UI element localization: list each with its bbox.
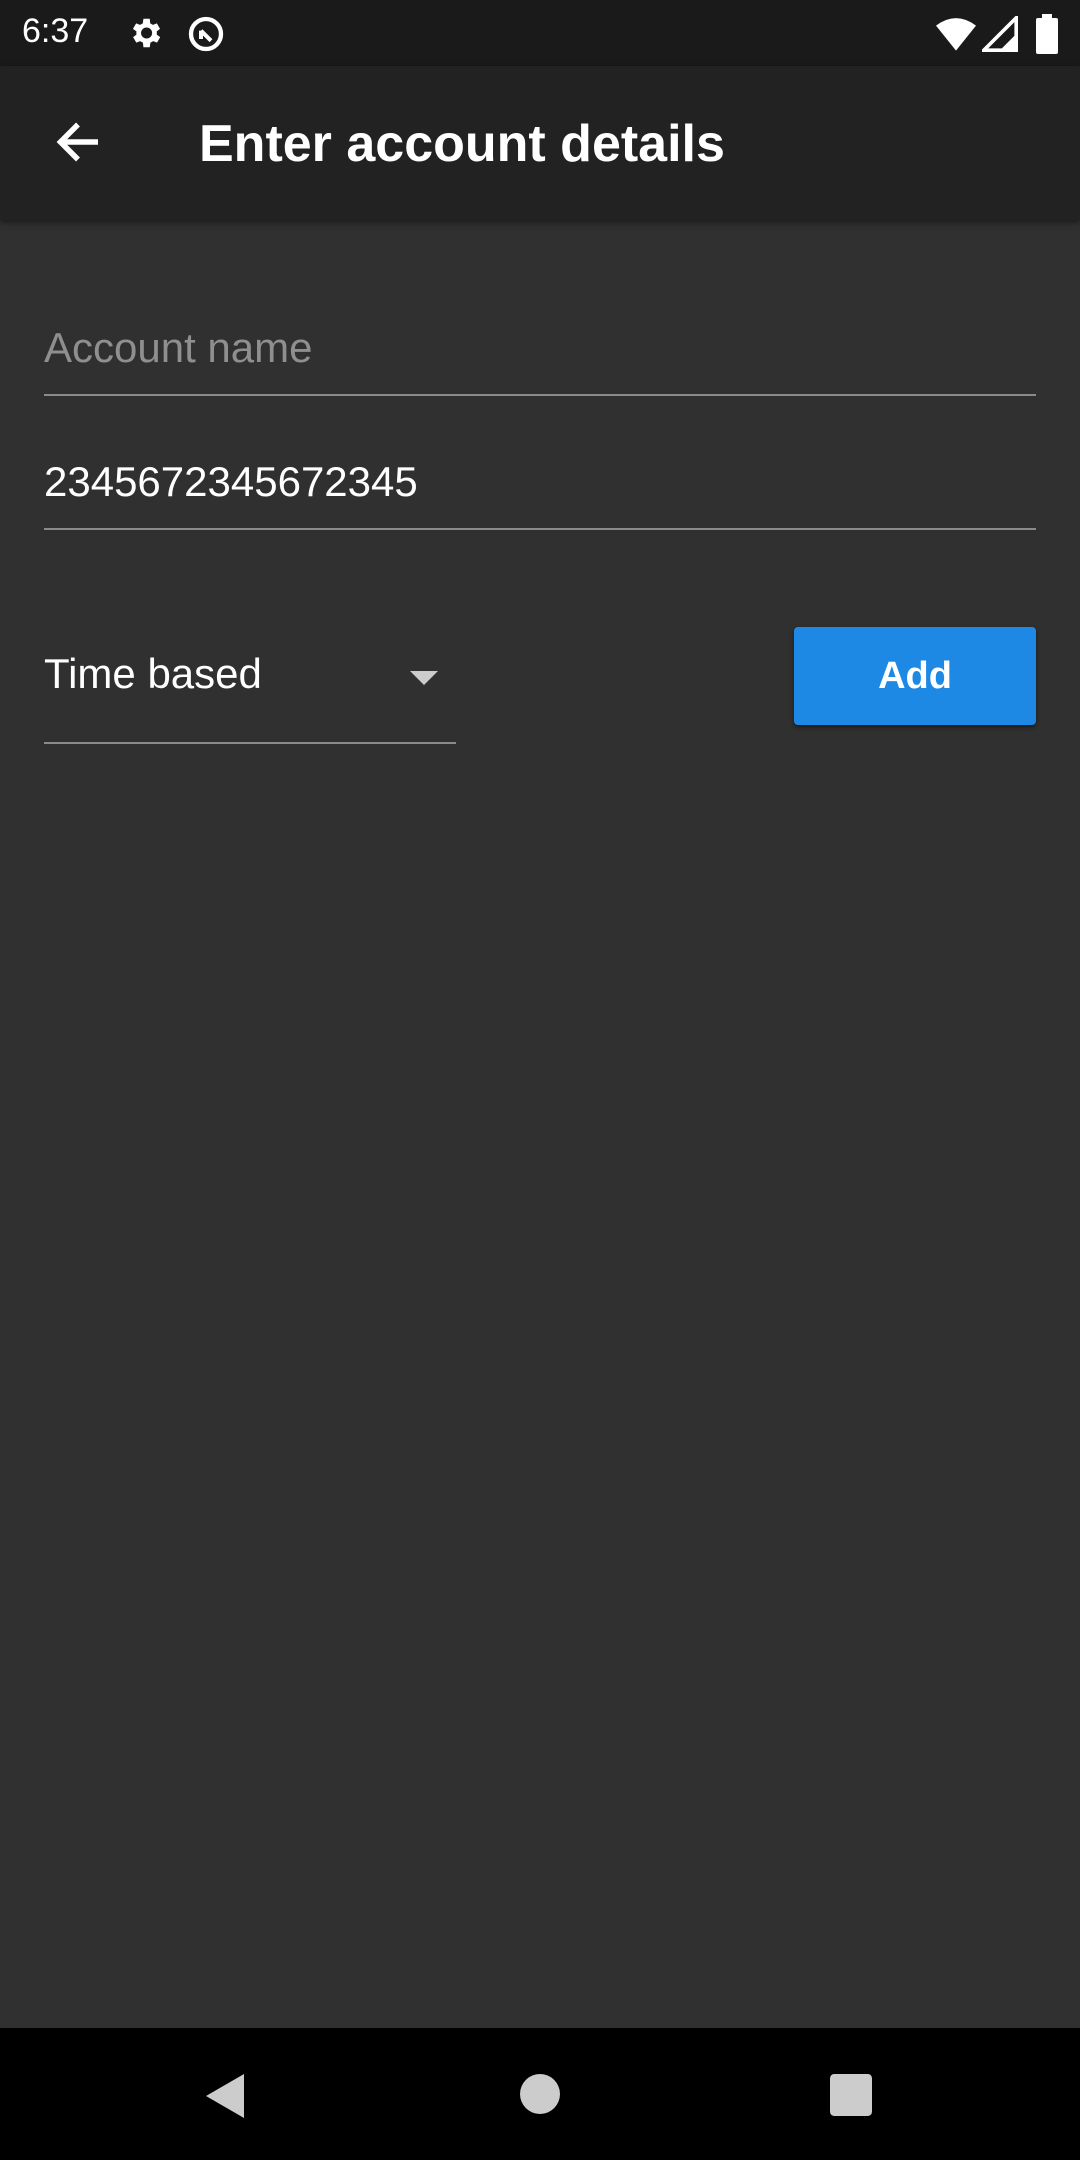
status-time: 6:37 [22,12,89,50]
secret-input[interactable] [44,458,1036,506]
app-bar: Enter account details [0,66,1080,220]
navigation-bar [0,2028,1080,2160]
type-dropdown-value: Time based [44,650,262,697]
account-name-field[interactable] [44,302,1036,396]
wifi-icon [936,18,976,51]
add-button[interactable]: Add [794,627,1036,725]
arrow-back-icon[interactable] [48,112,108,172]
battery-icon [1036,14,1058,54]
nav-recents-icon[interactable] [830,2074,872,2116]
dropdown-arrow-icon [410,671,438,685]
type-dropdown[interactable]: Time based [44,635,456,744]
status-bar: 6:37 [0,0,1080,66]
signal-icon [982,16,1018,52]
account-name-input[interactable] [44,324,1036,372]
data-saver-icon [188,16,224,52]
gear-icon [132,18,161,48]
nav-back-icon[interactable] [204,2072,248,2120]
page-title: Enter account details [199,115,725,173]
nav-home-icon[interactable] [518,2072,562,2116]
secret-field[interactable] [44,436,1036,530]
